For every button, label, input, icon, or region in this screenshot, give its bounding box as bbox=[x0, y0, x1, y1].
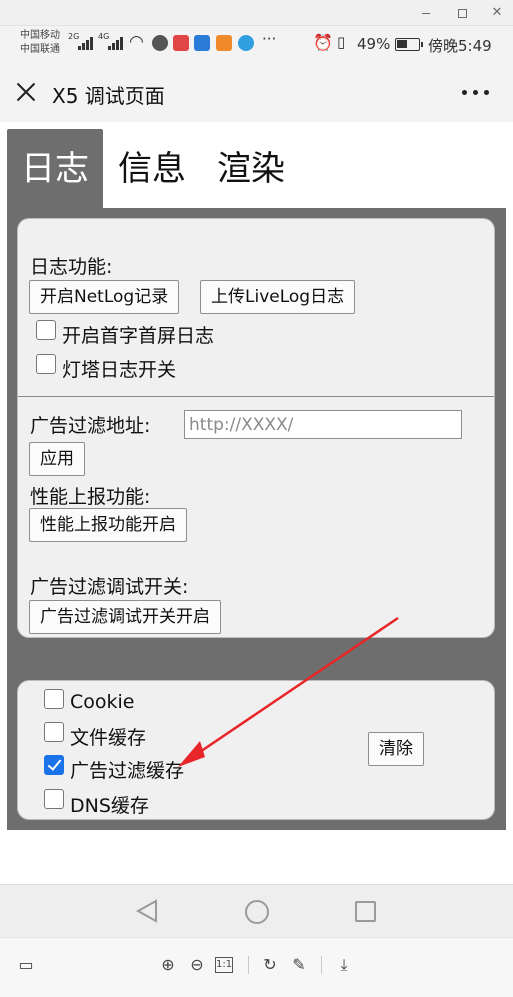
dns-cache-label: DNS缓存 bbox=[70, 795, 149, 817]
status-time: 傍晚5:49 bbox=[428, 37, 492, 55]
toolbar-separator bbox=[321, 956, 322, 974]
netlog-button[interactable]: 开启NetLog记录 bbox=[29, 280, 180, 314]
edit-pencil-icon[interactable]: ✎ bbox=[288, 954, 310, 976]
more-notifications-icon: ··· bbox=[262, 30, 277, 48]
wifi-icon: ◠ bbox=[129, 32, 144, 52]
viewer-toolbar: ▭ ⊕ ⊖ 1:1 ↻ ✎ ⤓ bbox=[0, 937, 513, 997]
signal-bars-2-icon bbox=[108, 36, 124, 50]
home-icon[interactable] bbox=[245, 900, 269, 924]
toolbar-separator bbox=[248, 956, 249, 974]
vibrate-icon: ▯ bbox=[337, 33, 346, 51]
perf-report-button[interactable]: 性能上报功能开启 bbox=[29, 508, 187, 542]
perf-report-label: 性能上报功能: bbox=[30, 486, 151, 508]
carrier-2: 中国联通 bbox=[20, 44, 60, 55]
back-icon[interactable] bbox=[136, 899, 158, 923]
beacon-log-label: 灯塔日志开关 bbox=[62, 359, 177, 381]
tab-info[interactable]: 信息 bbox=[106, 129, 198, 209]
first-screen-log-checkbox[interactable] bbox=[36, 320, 56, 340]
app-notification-icon bbox=[173, 35, 189, 51]
cookie-checkbox[interactable] bbox=[44, 689, 64, 709]
android-nav-bar bbox=[0, 884, 513, 937]
window-close-icon[interactable]: ✕ bbox=[489, 5, 505, 21]
first-screen-log-label: 开启首字首屏日志 bbox=[62, 325, 215, 347]
cache-clear-card: Cookie 文件缓存 广告过滤缓存 DNS缓存 清除 bbox=[17, 680, 495, 820]
apply-button[interactable]: 应用 bbox=[29, 442, 85, 476]
app-notification-icon bbox=[216, 35, 232, 51]
clear-button[interactable]: 清除 bbox=[368, 732, 424, 766]
cookie-label: Cookie bbox=[70, 691, 135, 713]
file-cache-checkbox[interactable] bbox=[44, 722, 64, 742]
battery-icon bbox=[395, 38, 423, 51]
battery-percent: 49% bbox=[357, 35, 391, 53]
webview-content: 日志 信息 渲染 日志功能: 开启NetLog记录 上传LiveLog日志 开启… bbox=[0, 122, 513, 884]
status-bar: 中国移动 中国联通 2G 4G ◠ ··· ⏰ ▯ 49% 傍晚5:49 bbox=[0, 26, 513, 64]
zoom-in-icon[interactable]: ⊕ bbox=[157, 954, 179, 976]
more-dots-icon[interactable] bbox=[462, 90, 492, 98]
device-icon[interactable]: ▭ bbox=[15, 954, 37, 976]
tab-render[interactable]: 渲染 bbox=[205, 129, 297, 209]
minimize-icon[interactable] bbox=[418, 5, 434, 21]
actual-size-icon[interactable]: 1:1 bbox=[215, 957, 233, 973]
app-notification-icon bbox=[152, 35, 168, 51]
livelog-upload-button[interactable]: 上传LiveLog日志 bbox=[200, 280, 356, 314]
ad-filter-cache-checkbox[interactable] bbox=[44, 755, 64, 775]
file-cache-label: 文件缓存 bbox=[70, 727, 147, 749]
zoom-out-icon[interactable]: ⊖ bbox=[186, 954, 208, 976]
app-notification-icon bbox=[238, 35, 254, 51]
carrier-1: 中国移动 bbox=[20, 30, 60, 41]
dns-cache-checkbox[interactable] bbox=[44, 789, 64, 809]
ad-filter-cache-label: 广告过滤缓存 bbox=[70, 760, 185, 782]
window-chrome: ✕ bbox=[0, 0, 513, 26]
page-title: X5 调试页面 bbox=[52, 84, 165, 108]
download-icon[interactable]: ⤓ bbox=[333, 954, 355, 976]
ad-debug-label: 广告过滤调试开关: bbox=[30, 576, 189, 598]
close-icon[interactable] bbox=[14, 80, 38, 104]
ad-debug-button[interactable]: 广告过滤调试开关开启 bbox=[29, 600, 221, 634]
app-title-bar: X5 调试页面 bbox=[0, 64, 513, 122]
log-settings-card: 日志功能: 开启NetLog记录 上传LiveLog日志 开启首字首屏日志 灯塔… bbox=[17, 218, 495, 638]
app-notification-icon bbox=[194, 35, 210, 51]
ad-filter-url-input[interactable] bbox=[184, 410, 462, 439]
alarm-icon: ⏰ bbox=[313, 33, 333, 52]
log-function-label: 日志功能: bbox=[30, 256, 113, 278]
beacon-log-checkbox[interactable] bbox=[36, 354, 56, 374]
recent-apps-icon[interactable] bbox=[355, 901, 376, 922]
rotate-icon[interactable]: ↻ bbox=[259, 954, 281, 976]
maximize-icon[interactable] bbox=[454, 5, 470, 21]
tab-log[interactable]: 日志 bbox=[7, 129, 103, 209]
carrier-labels: 中国移动 中国联通 bbox=[20, 29, 60, 57]
ad-filter-url-label: 广告过滤地址: bbox=[30, 415, 151, 437]
signal-bars-1-icon bbox=[78, 36, 94, 50]
section-divider bbox=[18, 396, 494, 397]
